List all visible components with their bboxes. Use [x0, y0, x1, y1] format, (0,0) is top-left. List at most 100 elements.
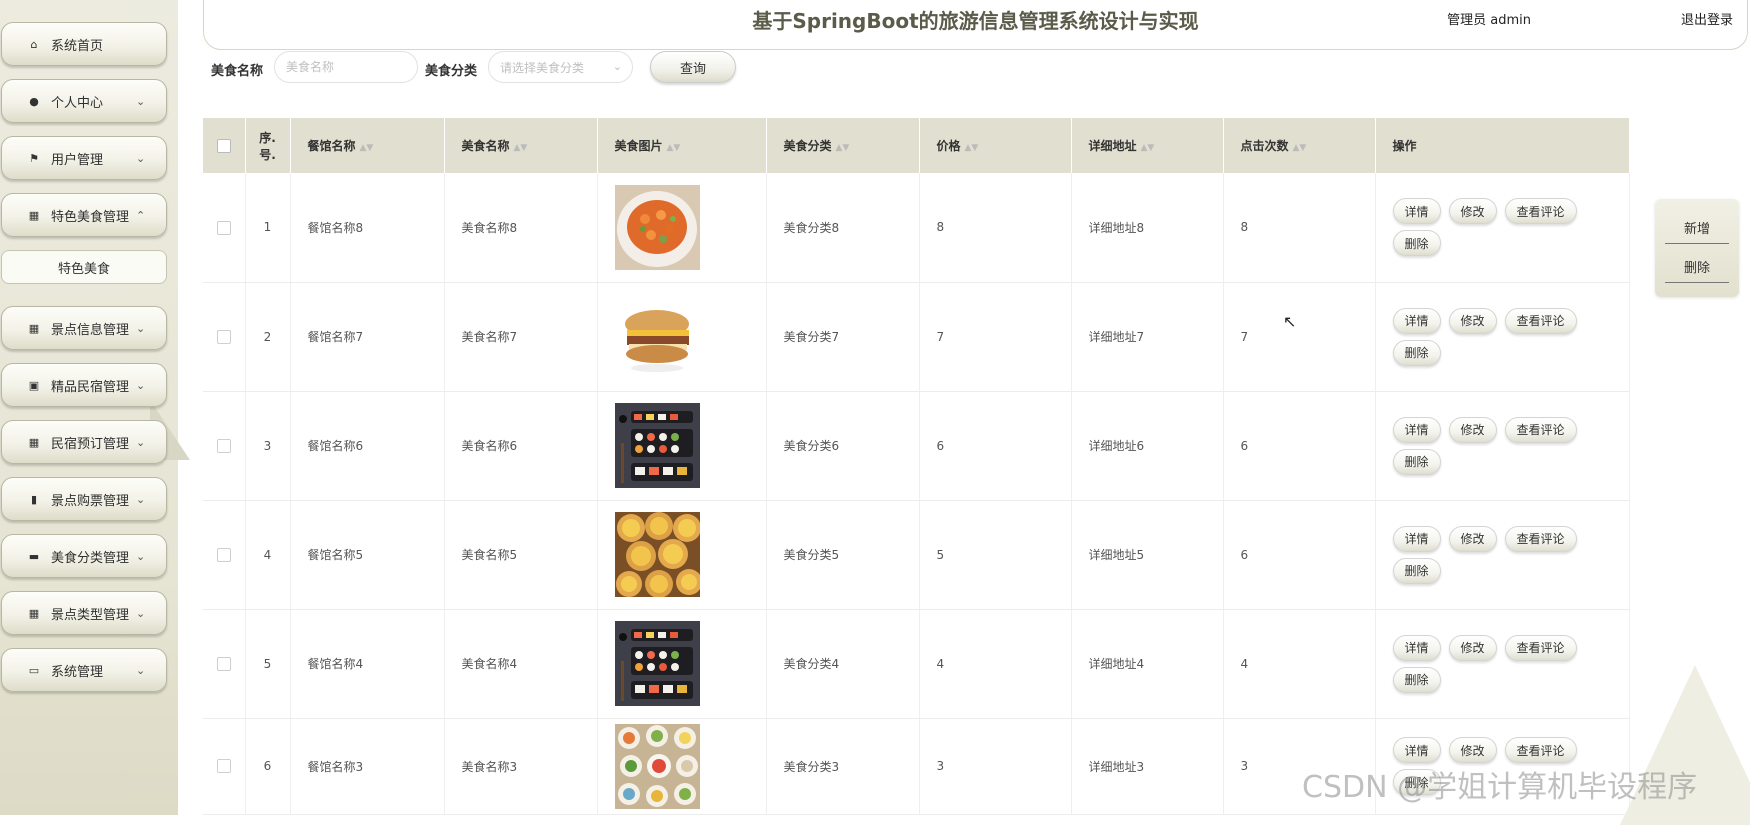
delete-button[interactable]: 删除 [1392, 230, 1441, 257]
row-address: 详细地址7 [1071, 282, 1224, 392]
row-food-image-cell [597, 718, 767, 815]
sort-icon[interactable]: ▲▼ [1141, 143, 1155, 153]
row-actions: 详情 修改 查看评论删除 [1375, 609, 1630, 719]
detail-button[interactable]: 详情 [1392, 634, 1441, 661]
row-food-image-cell [597, 173, 767, 283]
sort-icon[interactable]: ▲▼ [667, 143, 681, 153]
row-clicks: 4 [1223, 609, 1376, 719]
sidebar-item-10[interactable]: ▭ 系统管理 ⌄ [1, 648, 167, 692]
home-icon: ⌂ [30, 37, 38, 51]
header-category[interactable]: 美食分类 ▲▼ [766, 118, 920, 173]
detail-button[interactable]: 详情 [1392, 307, 1441, 334]
table-row: 3 餐馆名称6 美食名称6 美食分类6 6 详细地址6 6 详情 修改 查看评论 删除 [203, 391, 1630, 501]
sort-icon[interactable]: ▲▼ [836, 143, 850, 153]
row-select-cell[interactable] [203, 609, 246, 719]
sidebar-subitem-food[interactable]: 特色美食 [1, 250, 167, 284]
logout-link[interactable]: 退出登录 [1681, 9, 1733, 28]
side-action-panel: 新增 删除 [1655, 199, 1739, 297]
view-comments-button[interactable]: 查看评论 [1504, 634, 1577, 661]
header-food-label: 美食名称 [461, 139, 510, 153]
edit-button[interactable]: 修改 [1448, 525, 1497, 552]
view-comments-button[interactable]: 查看评论 [1504, 307, 1577, 334]
food-category-select[interactable]: 请选择美食分类 ⌄ [488, 51, 633, 83]
delete-button[interactable]: 删除 [1392, 448, 1441, 475]
header-address[interactable]: 详细地址 ▲▼ [1071, 118, 1224, 173]
sidebar-item-3[interactable]: ▦ 特色美食管理 ⌃ [1, 193, 167, 237]
header-food[interactable]: 美食名称 ▲▼ [444, 118, 598, 173]
select-all-checkbox[interactable] [216, 138, 231, 153]
sort-icon[interactable]: ▲▼ [514, 143, 528, 153]
row-select-cell[interactable] [203, 173, 246, 283]
sidebar-item-9[interactable]: ▦ 景点类型管理 ⌄ [1, 591, 167, 635]
sidebar-item-label: 系统首页 [51, 38, 104, 54]
row-action-group: 详情 修改 查看评论删除 [1392, 416, 1613, 475]
sort-icon[interactable]: ▲▼ [360, 143, 374, 153]
sidebar-item-0[interactable]: ⌂ 系统首页 [1, 22, 167, 66]
edit-button[interactable]: 修改 [1448, 307, 1497, 334]
detail-button[interactable]: 详情 [1392, 737, 1441, 763]
food-name-input[interactable] [274, 51, 418, 83]
chevron-down-icon: ⌄ [136, 378, 146, 392]
header-restaurant[interactable]: 餐馆名称 ▲▼ [290, 118, 445, 173]
chevron-down-icon: ⌄ [136, 492, 146, 506]
row-address: 详细地址3 [1071, 718, 1224, 815]
header-price[interactable]: 价格 ▲▼ [919, 118, 1072, 173]
grid-icon: ▦ [28, 321, 40, 335]
edit-button[interactable]: 修改 [1448, 737, 1497, 763]
grid-icon: ▦ [28, 208, 40, 222]
row-clicks: 8 [1223, 173, 1376, 283]
sidebar-item-label: 系统管理 [51, 664, 104, 680]
sort-icon[interactable]: ▲▼ [1293, 143, 1307, 153]
sidebar-item-5[interactable]: ▣ 精品民宿管理 ⌄ [1, 363, 167, 407]
row-checkbox[interactable] [216, 438, 231, 453]
edit-button[interactable]: 修改 [1448, 416, 1497, 443]
header-address-label: 详细地址 [1088, 139, 1137, 153]
sidebar-item-8[interactable]: ▬ 美食分类管理 ⌄ [1, 534, 167, 578]
detail-button[interactable]: 详情 [1392, 416, 1441, 443]
food-image-dim-sum [615, 724, 700, 809]
delete-button[interactable]: 删除 [1392, 557, 1441, 584]
row-select-cell[interactable] [203, 500, 246, 610]
edit-button[interactable]: 修改 [1448, 634, 1497, 661]
sidebar-item-1[interactable]: ● 个人中心 ⌄ [1, 79, 167, 123]
header-actions: 操作 [1375, 118, 1630, 173]
row-checkbox[interactable] [216, 329, 231, 344]
view-comments-button[interactable]: 查看评论 [1504, 525, 1577, 552]
row-checkbox[interactable] [216, 759, 231, 774]
row-checkbox[interactable] [216, 547, 231, 562]
delete-button[interactable]: 删除 [1392, 666, 1441, 693]
row-select-cell[interactable] [203, 391, 246, 501]
header-restaurant-label: 餐馆名称 [307, 139, 356, 153]
row-index: 4 [245, 500, 291, 610]
chevron-down-icon: ⌄ [136, 435, 146, 449]
row-index: 6 [245, 718, 291, 815]
query-button[interactable]: 查询 [650, 51, 736, 83]
sidebar-item-label: 特色美食管理 [51, 209, 130, 225]
delete-button[interactable]: 删除 [1392, 339, 1441, 366]
edit-button[interactable]: 修改 [1448, 198, 1497, 225]
view-comments-button[interactable]: 查看评论 [1504, 416, 1577, 443]
header-clicks[interactable]: 点击次数 ▲▼ [1223, 118, 1376, 173]
row-select-cell[interactable] [203, 282, 246, 392]
sidebar-item-6[interactable]: ▦ 民宿预订管理 ⌄ [1, 420, 167, 464]
detail-button[interactable]: 详情 [1392, 525, 1441, 552]
header-image[interactable]: 美食图片 ▲▼ [597, 118, 767, 173]
detail-button[interactable]: 详情 [1392, 198, 1441, 225]
sidebar-item-2[interactable]: ⚑ 用户管理 ⌄ [1, 136, 167, 180]
header-select-all[interactable] [203, 118, 246, 173]
sort-icon[interactable]: ▲▼ [965, 143, 979, 153]
sidebar-item-7[interactable]: ▮ 景点购票管理 ⌄ [1, 477, 167, 521]
row-food-image-cell [597, 500, 767, 610]
row-select-cell[interactable] [203, 718, 246, 815]
sidebar-item-label: 精品民宿管理 [51, 379, 130, 395]
batch-delete-button[interactable]: 删除 [1665, 250, 1729, 283]
add-button[interactable]: 新增 [1665, 211, 1729, 244]
food-category-label: 美食分类 [425, 64, 478, 79]
sidebar-item-label: 景点购票管理 [51, 493, 130, 509]
row-checkbox[interactable] [216, 220, 231, 235]
sidebar-item-4[interactable]: ▦ 景点信息管理 ⌄ [1, 306, 167, 350]
row-address: 详细地址6 [1071, 391, 1224, 501]
row-checkbox[interactable] [216, 656, 231, 671]
view-comments-button[interactable]: 查看评论 [1504, 737, 1577, 763]
view-comments-button[interactable]: 查看评论 [1504, 198, 1577, 225]
